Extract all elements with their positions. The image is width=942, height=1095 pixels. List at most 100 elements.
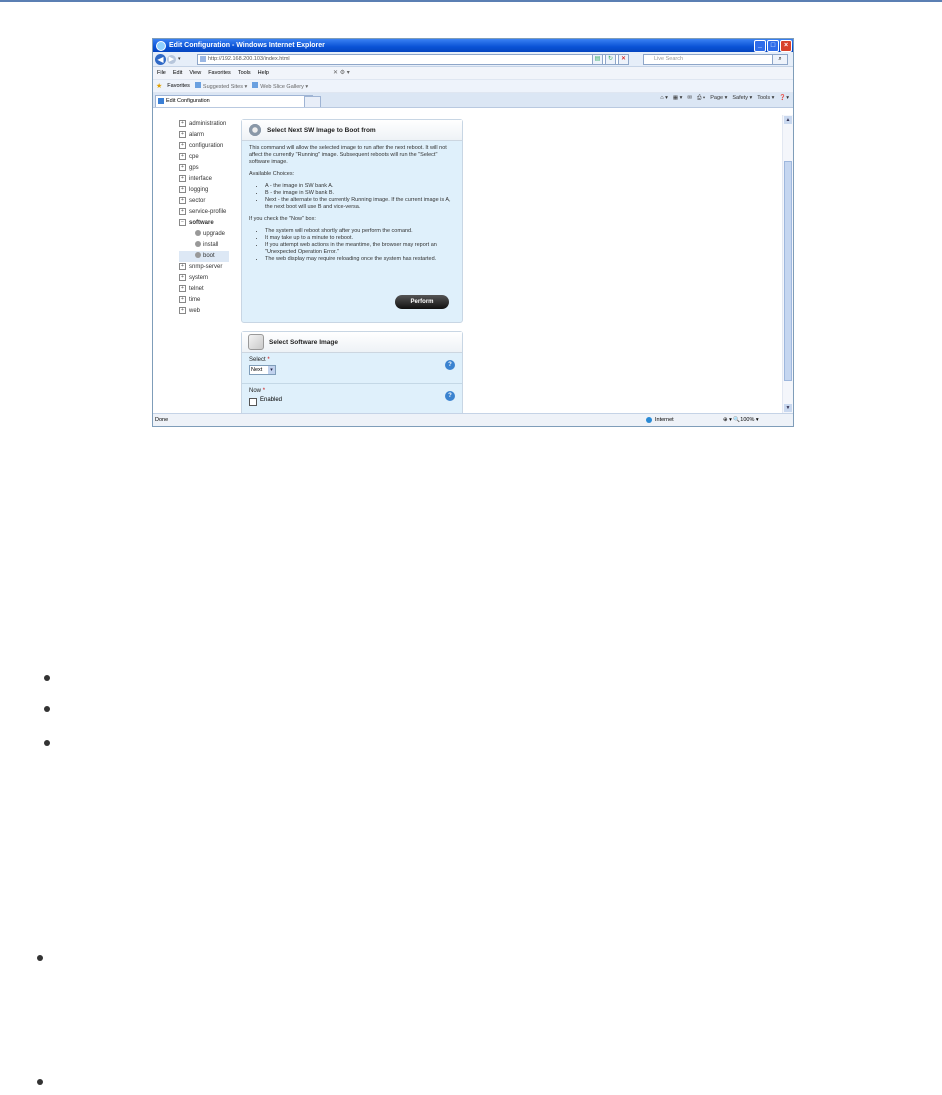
image-select[interactable]: Next ▾ (249, 365, 276, 375)
tree-item-install[interactable]: install (179, 240, 229, 251)
boot-panel-title: Select Next SW Image to Boot from (267, 126, 376, 134)
menu-tools[interactable]: Tools (238, 70, 251, 76)
tree-item-snmp-server[interactable]: + snmp-server (179, 262, 229, 273)
expand-icon[interactable]: + (179, 130, 186, 138)
now-label: Now (249, 388, 262, 394)
now-checkbox[interactable] (249, 398, 257, 406)
expand-icon[interactable]: + (179, 196, 186, 204)
required-mark: * (267, 357, 270, 363)
globe-icon (646, 416, 652, 423)
tree-item-telnet[interactable]: + telnet (179, 284, 229, 295)
tree-item-service-profile[interactable]: + service-profile (179, 207, 229, 218)
stop-icon[interactable]: ✕ (618, 54, 629, 65)
menu-file[interactable]: File (157, 70, 166, 76)
select-help-icon[interactable]: ? (445, 360, 455, 370)
scroll-thumb[interactable] (784, 161, 792, 381)
tree-item-interface[interactable]: + interface (179, 174, 229, 185)
mail-icon[interactable]: ✉ (687, 95, 692, 102)
tree-item-configuration[interactable]: + configuration (179, 141, 229, 152)
tree-item-boot[interactable]: boot (179, 251, 229, 262)
now-heading: If you check the "Now" box: (249, 216, 316, 222)
expand-icon[interactable]: + (179, 284, 186, 292)
close-button[interactable]: × (780, 40, 792, 52)
close-menu-icon[interactable]: ✕ ⚙ ▾ (333, 69, 350, 76)
list-item: The web display may require reloading on… (265, 256, 455, 263)
tree-item-upgrade[interactable]: upgrade (179, 229, 229, 240)
back-button[interactable]: ◀ (155, 53, 166, 65)
expand-icon[interactable]: + (179, 295, 186, 303)
suggested-sites-link[interactable]: Suggested Sites ▾ (194, 82, 247, 90)
vertical-scrollbar[interactable]: ▲ ▼ (782, 115, 793, 413)
expand-icon[interactable]: + (179, 306, 186, 314)
menu-view[interactable]: View (189, 70, 201, 76)
scroll-down-icon[interactable]: ▼ (784, 404, 792, 412)
choices-heading: Available Choices: (249, 171, 295, 177)
expand-icon[interactable]: + (179, 163, 186, 171)
favorites-star-icon[interactable]: ★ (156, 82, 162, 90)
tree-item-sector[interactable]: + sector (179, 196, 229, 207)
web-slice-gallery-link[interactable]: Web Slice Gallery ▾ (252, 82, 308, 90)
tree-item-label: cpe (189, 154, 199, 160)
compatibility-view-icon[interactable]: ▤ (592, 54, 603, 65)
tree-item-time[interactable]: + time (179, 295, 229, 306)
expand-icon[interactable]: + (179, 119, 186, 127)
print-icon[interactable]: ⎙ ▾ (697, 95, 705, 102)
list-item: It may take up to a minute to reboot. (265, 235, 455, 242)
search-icon[interactable]: ⌕ (772, 54, 788, 65)
new-tab-button[interactable] (304, 96, 321, 107)
menu-help[interactable]: Help (258, 70, 269, 76)
menu-favorites[interactable]: Favorites (208, 70, 231, 76)
collapse-icon[interactable]: − (179, 218, 186, 226)
tree-item-logging[interactable]: + logging (179, 185, 229, 196)
bullet-marker (37, 955, 43, 961)
tree-item-label: configuration (189, 143, 224, 149)
forward-button[interactable]: ▶ (167, 54, 176, 64)
scroll-up-icon[interactable]: ▲ (784, 116, 792, 124)
favorites-bar: ★ Favorites Suggested Sites ▾ Web Slice … (153, 80, 793, 93)
tree-item-web[interactable]: + web (179, 306, 229, 317)
top-rule (0, 0, 942, 2)
safety-menu[interactable]: Safety ▾ (732, 95, 752, 102)
select-label: Select (249, 357, 266, 363)
tools-menu[interactable]: Tools ▾ (757, 95, 774, 102)
gear-icon (195, 252, 201, 259)
tree-item-label: administration (189, 121, 227, 127)
tree-item-cpe[interactable]: + cpe (179, 152, 229, 163)
tree-item-label: software (189, 220, 214, 226)
tree-item-administration[interactable]: + administration (179, 119, 229, 130)
refresh-icon[interactable]: ↻ (605, 54, 616, 65)
tree-item-label: upgrade (203, 231, 226, 237)
search-input[interactable]: Live Search (643, 54, 780, 65)
expand-icon[interactable]: + (179, 185, 186, 193)
help-icon[interactable]: ❓▾ (779, 95, 789, 102)
expand-icon[interactable]: + (179, 141, 186, 149)
expand-icon[interactable]: + (179, 207, 186, 215)
minimize-button[interactable]: _ (754, 40, 766, 52)
command-bar: ⌂ ▾ ▦ ▾ ✉ ⎙ ▾ Page ▾ Safety ▾ Tools ▾ ❓▾ (660, 95, 789, 102)
expand-icon[interactable]: + (179, 174, 186, 182)
required-mark: * (262, 388, 266, 394)
expand-icon[interactable]: + (179, 273, 186, 281)
tree-item-alarm[interactable]: + alarm (179, 130, 229, 141)
menu-edit[interactable]: Edit (173, 70, 182, 76)
favorites-label[interactable]: Favorites (167, 83, 190, 89)
tree-item-system[interactable]: + system (179, 273, 229, 284)
perform-button[interactable]: Perform (395, 295, 449, 309)
tree-item-software[interactable]: − software (179, 218, 229, 229)
security-zone[interactable]: Internet (646, 414, 674, 426)
tree-item-gps[interactable]: + gps (179, 163, 229, 174)
expand-icon[interactable]: + (179, 152, 186, 160)
history-dropdown-icon[interactable]: ▾ (178, 56, 181, 62)
now-help-icon[interactable]: ? (445, 391, 455, 401)
list-item: B - the image in SW bank B. (265, 190, 455, 197)
home-icon[interactable]: ⌂ ▾ (660, 95, 668, 102)
bullet-marker (44, 740, 50, 746)
feeds-icon[interactable]: ▦ ▾ (673, 95, 683, 102)
image-panel: Select Software Image Select * Next ▾ ? … (241, 331, 463, 413)
maximize-button[interactable]: □ (767, 40, 779, 52)
zoom-level[interactable]: ⊕ ▾ 🔍100% ▾ (723, 414, 759, 426)
page-menu[interactable]: Page ▾ (710, 95, 727, 102)
tab-edit-configuration[interactable]: Edit Configuration (155, 95, 313, 107)
url-input[interactable]: http://192.168.200.103/index.html (197, 54, 619, 65)
expand-icon[interactable]: + (179, 262, 186, 270)
